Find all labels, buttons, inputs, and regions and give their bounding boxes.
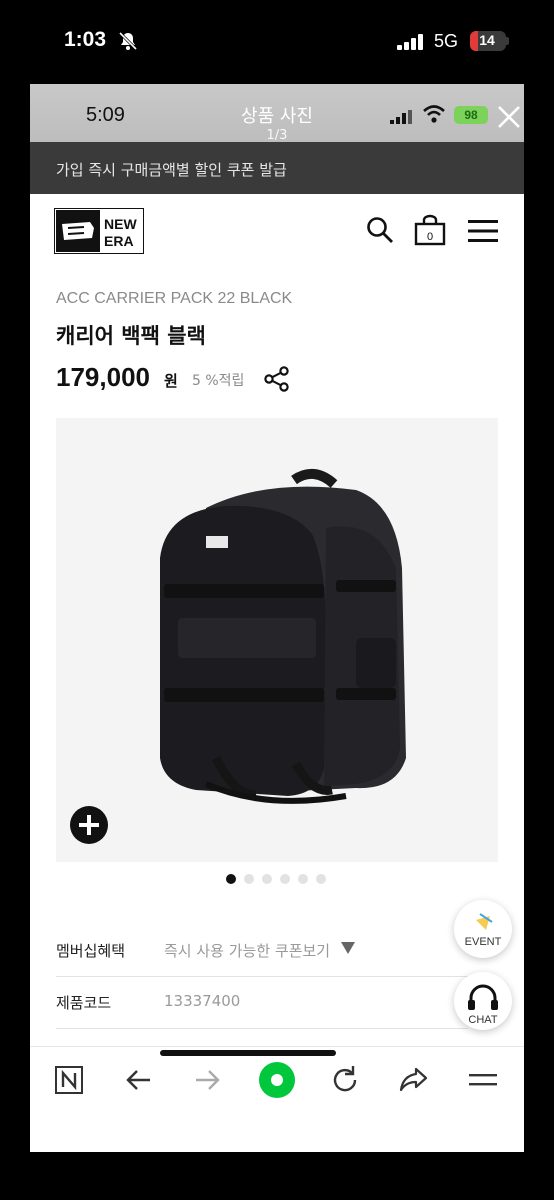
zoom-plus-icon[interactable] <box>70 806 108 844</box>
product-image[interactable] <box>56 418 498 862</box>
gallery-dot-4[interactable] <box>280 874 290 884</box>
product-code-label: 제품코드 <box>56 994 112 1012</box>
forward-arrow-icon[interactable] <box>190 1063 224 1097</box>
chevron-down-icon[interactable] <box>340 941 356 955</box>
viewer-title: 상품 사진 <box>241 106 313 127</box>
divider <box>56 976 468 977</box>
product-title: 캐리어 백팩 블랙 <box>56 324 206 348</box>
new-era-logo[interactable]: NEW ERA <box>54 208 144 254</box>
wifi-icon <box>423 105 445 123</box>
gallery-dot-5[interactable] <box>298 874 308 884</box>
membership-label: 멤버십혜택 <box>56 942 126 960</box>
battery-level: 14 <box>479 32 495 48</box>
back-arrow-icon[interactable] <box>122 1063 156 1097</box>
product-price: 179,000 <box>56 362 150 392</box>
search-icon[interactable] <box>366 216 394 244</box>
gallery-dot-6[interactable] <box>316 874 326 884</box>
naver-green-dot-icon[interactable] <box>258 1061 296 1099</box>
cellular-signal-icon <box>397 34 423 50</box>
network-type: 5G <box>434 31 459 51</box>
chat-label: CHAT <box>468 1014 498 1026</box>
product-code-value: 13337400 <box>164 992 241 1010</box>
inner-time: 5:09 <box>86 104 125 126</box>
screenshot-frame: 5:09 상품 사진 1/3 98 가입 즉시 구매금액별 할인 쿠폰 발급 N… <box>30 84 524 1152</box>
inner-battery: 98 <box>454 106 488 124</box>
share-icon[interactable] <box>264 366 290 392</box>
close-icon[interactable] <box>496 104 522 130</box>
points-rate: 5 %적립 <box>192 373 245 389</box>
menu-icon[interactable] <box>468 219 498 243</box>
device-status-bar: 1:03 5G 14 <box>0 0 554 84</box>
event-button[interactable]: EVENT <box>454 900 512 958</box>
gallery-dot-1[interactable] <box>226 874 236 884</box>
event-label: EVENT <box>464 936 502 948</box>
gallery-pagination <box>226 874 336 886</box>
divider <box>56 1028 468 1029</box>
viewer-counter: 1/3 <box>266 128 288 143</box>
backpack-image <box>160 469 406 804</box>
price-currency: 원 <box>164 372 178 390</box>
event-icon <box>476 913 493 930</box>
battery-indicator: 14 <box>470 31 506 51</box>
refresh-icon[interactable] <box>328 1063 362 1097</box>
gallery-dot-2[interactable] <box>244 874 254 884</box>
chat-button[interactable]: CHAT <box>454 972 512 1030</box>
product-english-name: ACC CARRIER PACK 22 BLACK <box>56 290 293 307</box>
logo-text-top: NEW <box>104 216 137 232</box>
inner-signal-icon <box>390 110 412 124</box>
promo-text: 가입 즉시 구매금액별 할인 쿠폰 발급 <box>56 161 287 179</box>
gallery-dot-3[interactable] <box>262 874 272 884</box>
coupon-link[interactable]: 즉시 사용 가능한 쿠폰보기 <box>164 940 330 961</box>
cart-count: 0 <box>427 231 433 243</box>
device-time: 1:03 <box>64 28 107 51</box>
share-arrow-icon[interactable] <box>396 1063 430 1097</box>
promo-banner[interactable]: 가입 즉시 구매금액별 할인 쿠폰 발급 <box>30 142 524 194</box>
home-indicator[interactable] <box>160 1050 336 1056</box>
naver-home-icon[interactable] <box>52 1063 86 1097</box>
bell-muted-icon <box>118 31 138 51</box>
photo-viewer-header: 5:09 상품 사진 1/3 98 <box>30 84 524 143</box>
more-menu-icon[interactable] <box>466 1063 500 1097</box>
cart-icon[interactable]: 0 <box>414 214 446 246</box>
logo-text-bottom: ERA <box>104 233 134 249</box>
